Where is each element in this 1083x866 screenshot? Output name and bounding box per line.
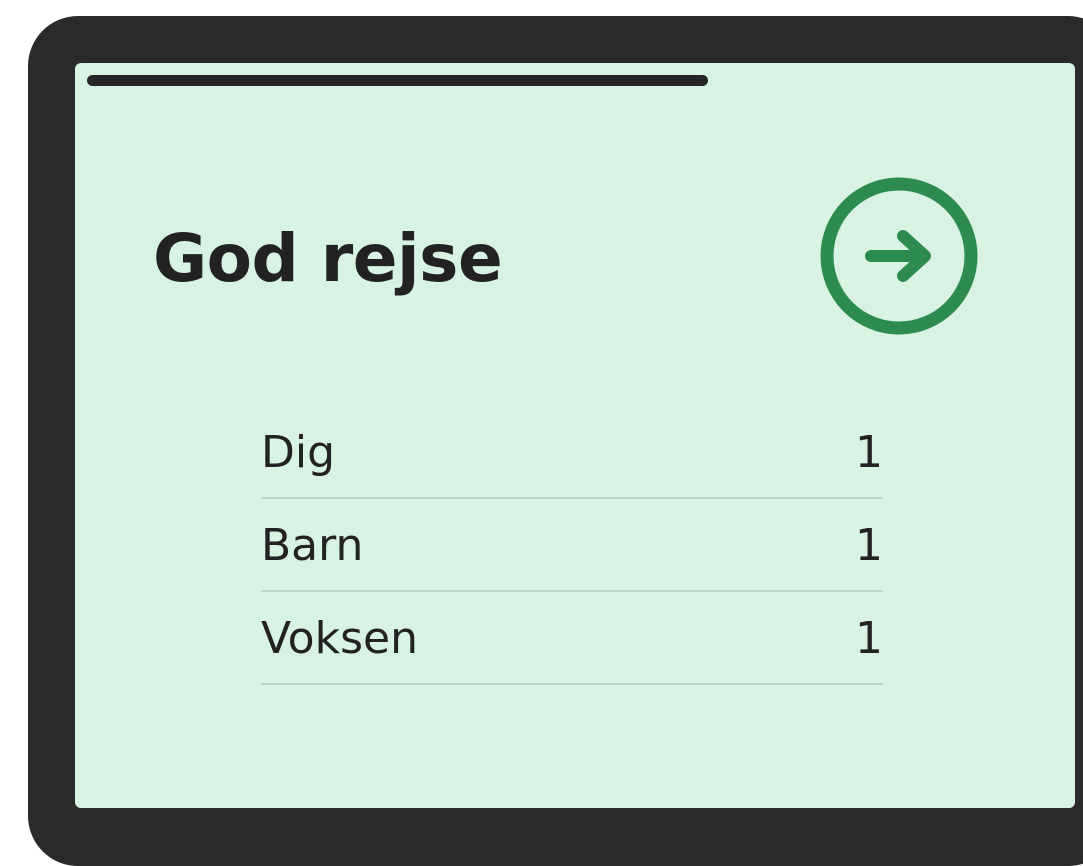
passenger-label: Dig	[261, 427, 336, 478]
page-title: God rejse	[153, 220, 503, 297]
passenger-count: 1	[855, 520, 883, 571]
passenger-list: Dig 1 Barn 1 Voksen 1	[261, 406, 883, 685]
passenger-label: Voksen	[261, 613, 418, 664]
passenger-count: 1	[855, 613, 883, 664]
screen: God rejse Dig 1 Barn 1 Voksen 1	[75, 63, 1075, 808]
progress-fill	[87, 75, 708, 86]
next-button[interactable]	[819, 176, 979, 336]
progress-bar	[87, 75, 987, 86]
passenger-row-barn: Barn 1	[261, 499, 883, 592]
passenger-row-dig: Dig 1	[261, 406, 883, 499]
passenger-row-voksen: Voksen 1	[261, 592, 883, 685]
passenger-label: Barn	[261, 520, 364, 571]
arrow-right-icon	[820, 177, 978, 335]
passenger-count: 1	[855, 427, 883, 478]
